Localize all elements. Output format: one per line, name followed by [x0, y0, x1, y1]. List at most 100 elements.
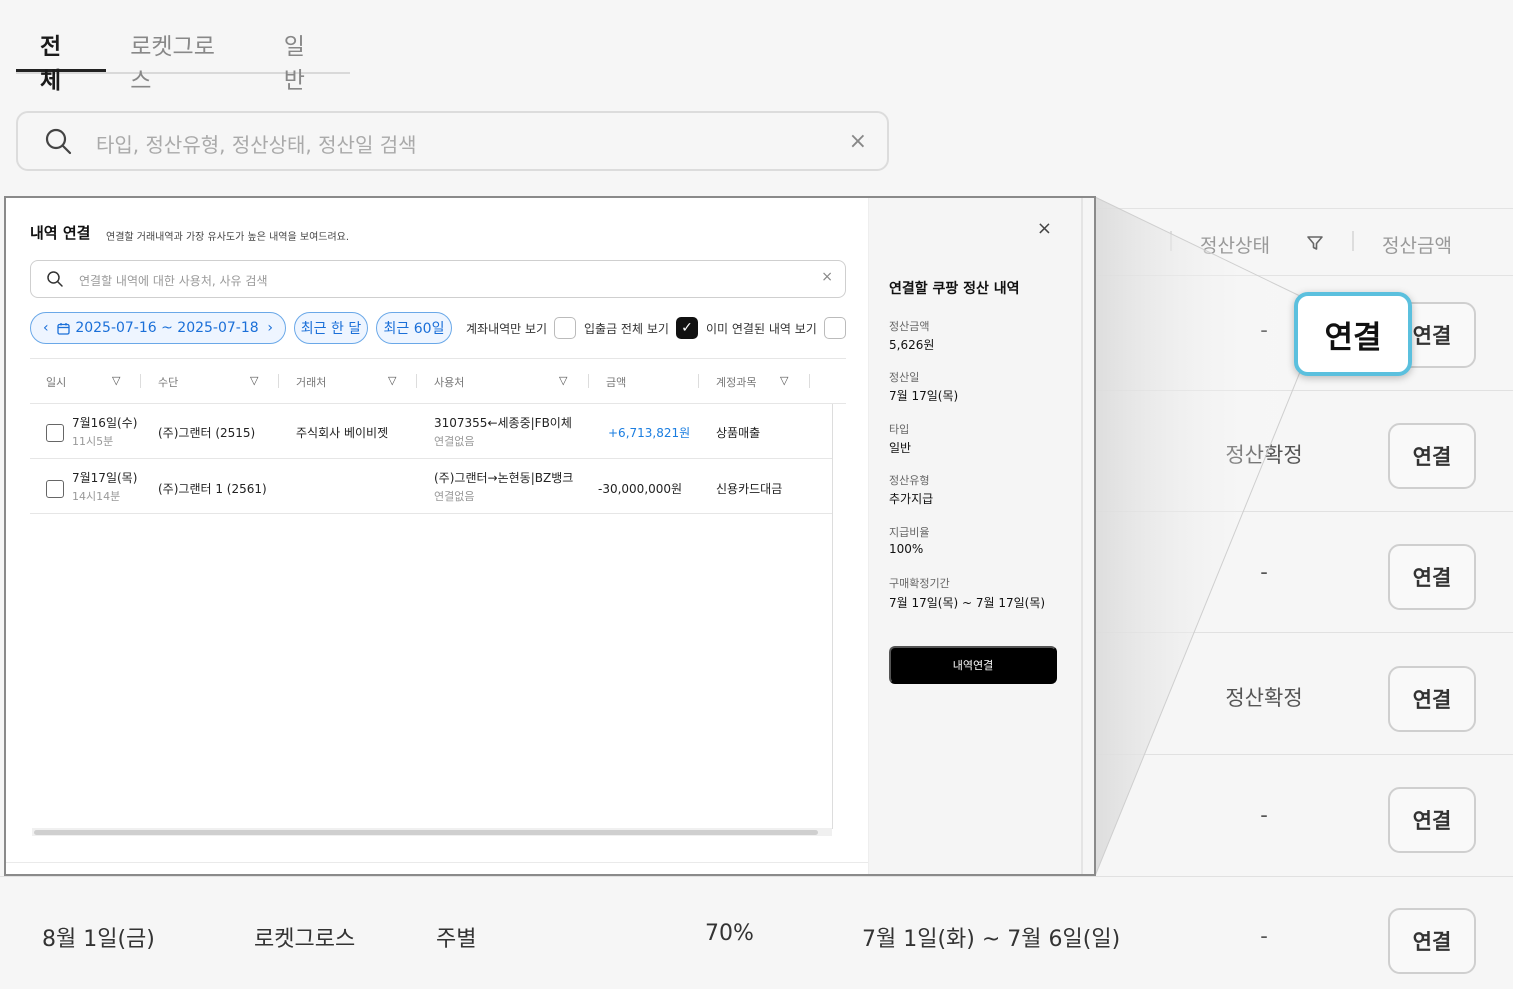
date-range-label: 2025-07-16 ~ 2025-07-18	[75, 320, 259, 336]
row-checkbox[interactable]	[46, 424, 64, 442]
column-header-amount: 정산금액	[1382, 235, 1452, 257]
row-divider	[1095, 390, 1513, 391]
tab-rocket-growth[interactable]: 로켓그로스	[106, 30, 260, 94]
clear-icon[interactable]: ×	[849, 129, 867, 154]
row-usage-status: 연결없음	[434, 490, 475, 503]
row-time: 14시14분	[72, 490, 121, 503]
detail-label: 타입	[889, 423, 910, 436]
chevron-left-icon[interactable]: ‹	[43, 320, 49, 336]
detail-label: 지급비율	[889, 526, 930, 539]
date-range-picker[interactable]: ‹ 2025-07-16 ~ 2025-07-18 ›	[30, 312, 286, 344]
filter-icon[interactable]	[1306, 234, 1324, 252]
checkbox-already-linked[interactable]	[824, 317, 846, 339]
link-button[interactable]: 연결	[1388, 423, 1476, 489]
modal-main-panel: 내역 연결 연결할 거래내역과 가장 유사도가 높은 내역을 보여드려요. 연결…	[6, 198, 868, 874]
detail-label: 정산일	[889, 371, 920, 384]
detail-title: 연결할 쿠팡 정산 내역	[889, 281, 1020, 297]
filter-icon[interactable]: ▽	[250, 374, 258, 387]
row-date: 7월16일(수)	[72, 416, 138, 430]
close-icon[interactable]: ×	[1037, 218, 1052, 239]
period-cell: 7월 1일(화) ~ 7월 6일(일)	[862, 927, 1121, 952]
detail-value: 7월 17일(목)	[889, 389, 959, 403]
checkbox-label-account-only: 계좌내역만 보기	[466, 322, 548, 336]
column-separator	[588, 374, 589, 388]
search-input[interactable]: 타입, 정산유형, 정산상태, 정산일 검색 ×	[16, 111, 889, 171]
status-cell: 정산확정	[1225, 686, 1303, 710]
table-row[interactable]	[30, 459, 832, 514]
zoomed-link-button[interactable]: 연결	[1294, 292, 1412, 376]
link-button[interactable]: 연결	[1388, 908, 1476, 974]
row-account: 신용카드대금	[716, 482, 783, 496]
column-separator	[416, 374, 417, 388]
row-amount: -30,000,000원	[598, 482, 683, 496]
row-divider	[1095, 511, 1513, 512]
tab-all[interactable]: 전체	[16, 30, 107, 94]
vertical-divider	[832, 404, 833, 829]
column-header-account: 계정과목	[716, 376, 757, 389]
row-account: 상품매출	[716, 426, 761, 440]
checkbox-label-all-transactions: 입출금 전체 보기	[584, 322, 669, 336]
chip-last-month[interactable]: 최근 한 달	[294, 312, 368, 344]
link-button[interactable]: 연결	[1388, 666, 1476, 732]
check-icon: ✓	[681, 320, 693, 336]
column-header-amount: 금액	[606, 376, 627, 389]
scrollbar-thumb[interactable]	[34, 830, 818, 835]
link-history-modal: 내역 연결 연결할 거래내역과 가장 유사도가 높은 내역을 보여드려요. 연결…	[4, 196, 1096, 876]
modal-title: 내역 연결	[30, 224, 91, 242]
modal-search-input[interactable]: 연결할 내역에 대한 사용처, 사유 검색 ×	[30, 260, 846, 298]
date-cell: 8월 1일(금)	[42, 927, 155, 952]
rate-cell: 70%	[705, 921, 754, 946]
row-vendor: 주식회사 베이비젯	[296, 426, 389, 440]
checkbox-account-only[interactable]	[554, 317, 576, 339]
row-usage-status: 연결없음	[434, 435, 475, 448]
checkbox-all-transactions[interactable]: ✓	[676, 317, 698, 339]
chevron-right-icon[interactable]: ›	[267, 320, 273, 336]
tab-general[interactable]: 일반	[260, 30, 350, 94]
detail-value: 추가지급	[889, 492, 934, 506]
type-cell: 로켓그로스	[254, 927, 356, 952]
calendar-icon	[57, 322, 70, 335]
row-time: 11시5분	[72, 435, 114, 448]
filter-icon[interactable]: ▽	[112, 374, 120, 387]
column-separator	[1352, 231, 1354, 251]
divider	[6, 862, 868, 863]
search-icon	[47, 271, 63, 287]
status-cell: -	[1260, 924, 1268, 948]
detail-value: 일반	[889, 441, 912, 455]
column-header-usage: 사용처	[434, 376, 465, 389]
row-date: 7월17일(목)	[72, 471, 138, 485]
link-button[interactable]: 연결	[1388, 544, 1476, 610]
filter-icon[interactable]: ▽	[559, 374, 567, 387]
column-header-method: 수단	[158, 376, 179, 389]
settlement-type-cell: 주별	[436, 927, 477, 952]
table-row[interactable]	[30, 404, 832, 459]
column-header-status: 정산상태	[1200, 235, 1270, 257]
modal-subtitle: 연결할 거래내역과 가장 유사도가 높은 내역을 보여드려요.	[106, 232, 350, 243]
column-separator	[278, 374, 279, 388]
detail-value: 7월 17일(목) ~ 7월 17일(목)	[889, 596, 1046, 610]
row-usage: 3107355←세종중|FB이체	[434, 416, 572, 430]
checkbox-label-already-linked: 이미 연결된 내역 보기	[706, 322, 817, 336]
column-separator	[809, 374, 810, 388]
row-usage: (주)그랜터→논현동|BZ뱅크	[434, 471, 574, 485]
clear-icon[interactable]: ×	[821, 269, 833, 285]
detail-panel: × 연결할 쿠팡 정산 내역 정산금액 5,626원 정산일 7월 17일(목)…	[868, 198, 1094, 874]
search-placeholder: 타입, 정산유형, 정산상태, 정산일 검색	[96, 133, 417, 157]
filter-icon[interactable]: ▽	[780, 374, 788, 387]
status-cell: 정산확정	[1225, 443, 1303, 467]
link-history-button[interactable]: 내역연결	[889, 646, 1057, 684]
column-separator	[140, 374, 141, 388]
filter-icon[interactable]: ▽	[388, 374, 396, 387]
link-button[interactable]: 연결	[1388, 787, 1476, 853]
status-cell: -	[1260, 560, 1268, 584]
detail-label: 구매확정기간	[889, 577, 950, 590]
row-divider	[1095, 754, 1513, 755]
detail-label: 정산금액	[889, 320, 930, 333]
row-amount: +6,713,821원	[608, 426, 691, 440]
search-icon	[45, 128, 72, 155]
tab-bar: 전체 로켓그로스 일반	[16, 30, 350, 94]
column-separator	[1170, 231, 1172, 251]
modal-search-placeholder: 연결할 내역에 대한 사용처, 사유 검색	[79, 274, 268, 288]
row-checkbox[interactable]	[46, 480, 64, 498]
chip-last-60-days[interactable]: 최근 60일	[376, 312, 452, 344]
